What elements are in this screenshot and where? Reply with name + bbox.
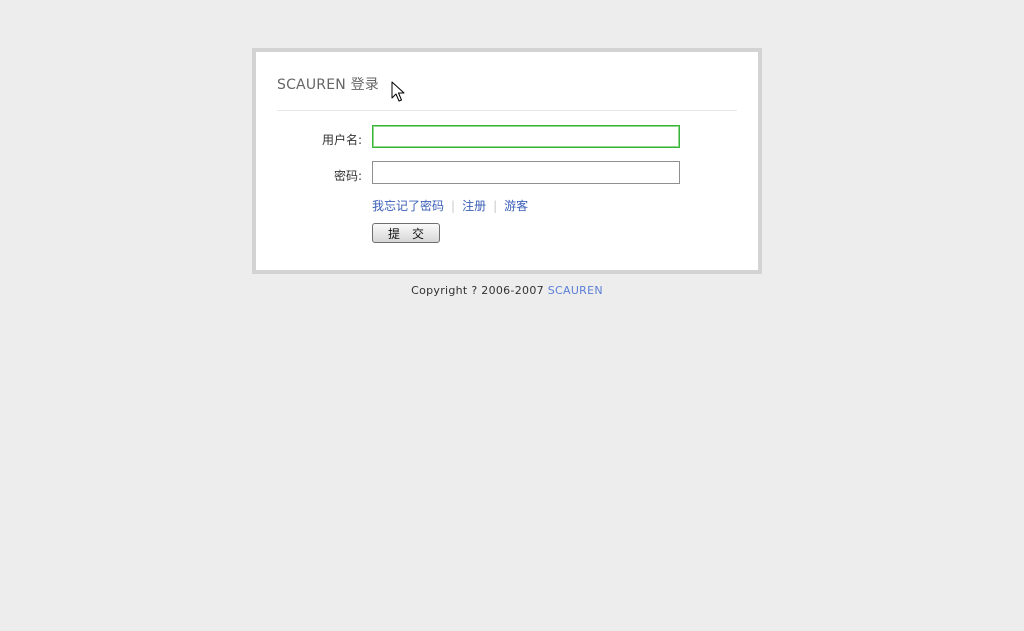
title-divider: [277, 110, 737, 111]
copyright-text: Copyright ? 2006-2007: [411, 284, 544, 297]
link-separator: |: [451, 199, 456, 213]
submit-button[interactable]: 提 交: [372, 223, 440, 243]
account-links: 我忘记了密码 | 注册 | 游客: [372, 197, 528, 214]
footer-brand-link[interactable]: SCAUREN: [548, 284, 603, 297]
guest-link[interactable]: 游客: [504, 199, 528, 213]
password-input[interactable]: [372, 161, 680, 184]
username-label: 用户名:: [321, 133, 362, 147]
register-link[interactable]: 注册: [462, 199, 486, 213]
footer: Copyright ? 2006-2007 SCAUREN: [0, 284, 1014, 297]
password-label: 密码:: [333, 169, 362, 183]
link-separator: |: [493, 199, 498, 213]
forgot-password-link[interactable]: 我忘记了密码: [372, 199, 444, 213]
login-title: SCAUREN 登录: [277, 77, 379, 93]
mouse-pointer-icon: [391, 81, 405, 102]
login-panel: SCAUREN 登录 用户名: 密码: 我忘记了密码 | 注册 | 游客 提 交: [252, 48, 762, 274]
username-input[interactable]: [372, 125, 680, 148]
